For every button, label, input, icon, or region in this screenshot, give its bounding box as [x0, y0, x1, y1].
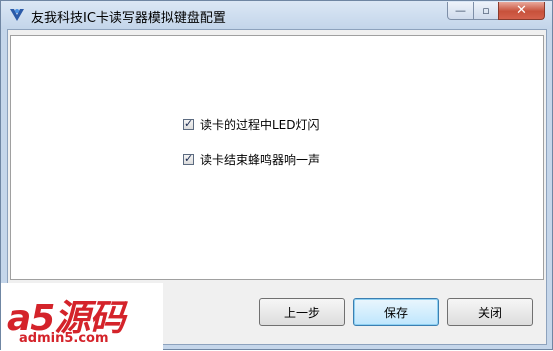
option-buzzer-beep[interactable]: 读卡结束蜂鸣器响一声	[183, 151, 320, 168]
buzzer-beep-label: 读卡结束蜂鸣器响一声	[200, 153, 321, 167]
app-logo-icon	[10, 9, 24, 21]
close-window-button[interactable]: ✕	[498, 2, 545, 20]
watermark-domain-text: admin5.com	[19, 331, 109, 346]
close-icon: ✕	[516, 3, 527, 18]
minimize-icon: —	[455, 4, 466, 17]
watermark-logo: a5源码 admin5.com	[1, 283, 163, 351]
close-button[interactable]: 关闭	[447, 298, 533, 326]
window-title: 友我科技IC卡读写器模拟键盘配置	[31, 11, 226, 26]
title-bar[interactable]: 友我科技IC卡读写器模拟键盘配置 — ▫ ✕	[1, 1, 552, 29]
options-panel: 读卡的过程中LED灯闪 读卡结束蜂鸣器响一声	[10, 35, 544, 280]
dialog-window: 友我科技IC卡读写器模拟键盘配置 — ▫ ✕ 读卡的过程中LED灯闪 读卡结束蜂…	[0, 0, 553, 351]
led-flash-checkbox[interactable]	[183, 117, 194, 130]
previous-step-button[interactable]: 上一步	[259, 298, 345, 326]
save-button[interactable]: 保存	[353, 298, 439, 326]
buzzer-beep-checkbox[interactable]	[183, 152, 194, 165]
led-flash-label: 读卡的过程中LED灯闪	[200, 118, 320, 132]
maximize-button[interactable]: ▫	[473, 2, 499, 20]
minimize-button[interactable]: —	[447, 2, 474, 20]
option-led-flash[interactable]: 读卡的过程中LED灯闪	[183, 116, 320, 133]
maximize-icon: ▫	[482, 4, 490, 17]
